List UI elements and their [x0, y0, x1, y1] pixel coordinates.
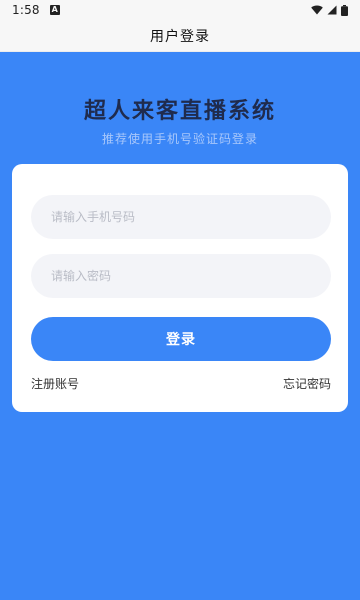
- status-left: 1:58 A: [12, 3, 60, 17]
- status-right: [311, 4, 348, 16]
- forgot-password-link[interactable]: 忘记密码: [283, 375, 331, 392]
- status-time: 1:58: [12, 3, 40, 17]
- page-title: 用户登录: [150, 28, 210, 45]
- status-bar: 1:58 A: [0, 0, 360, 20]
- password-input[interactable]: [31, 254, 331, 298]
- battery-icon: [341, 4, 348, 16]
- app-subtitle: 推荐使用手机号验证码登录: [101, 132, 258, 146]
- notification-icon: A: [49, 5, 60, 15]
- login-card: 登录 注册账号 忘记密码: [12, 164, 348, 412]
- phone-input[interactable]: [31, 195, 331, 239]
- app-header: 用户登录: [0, 20, 360, 52]
- wifi-icon: [311, 5, 323, 15]
- register-link[interactable]: 注册账号: [31, 375, 79, 392]
- login-button[interactable]: 登录: [31, 317, 331, 361]
- signal-icon: [327, 5, 337, 15]
- app-title: 超人来客直播系统: [83, 99, 276, 124]
